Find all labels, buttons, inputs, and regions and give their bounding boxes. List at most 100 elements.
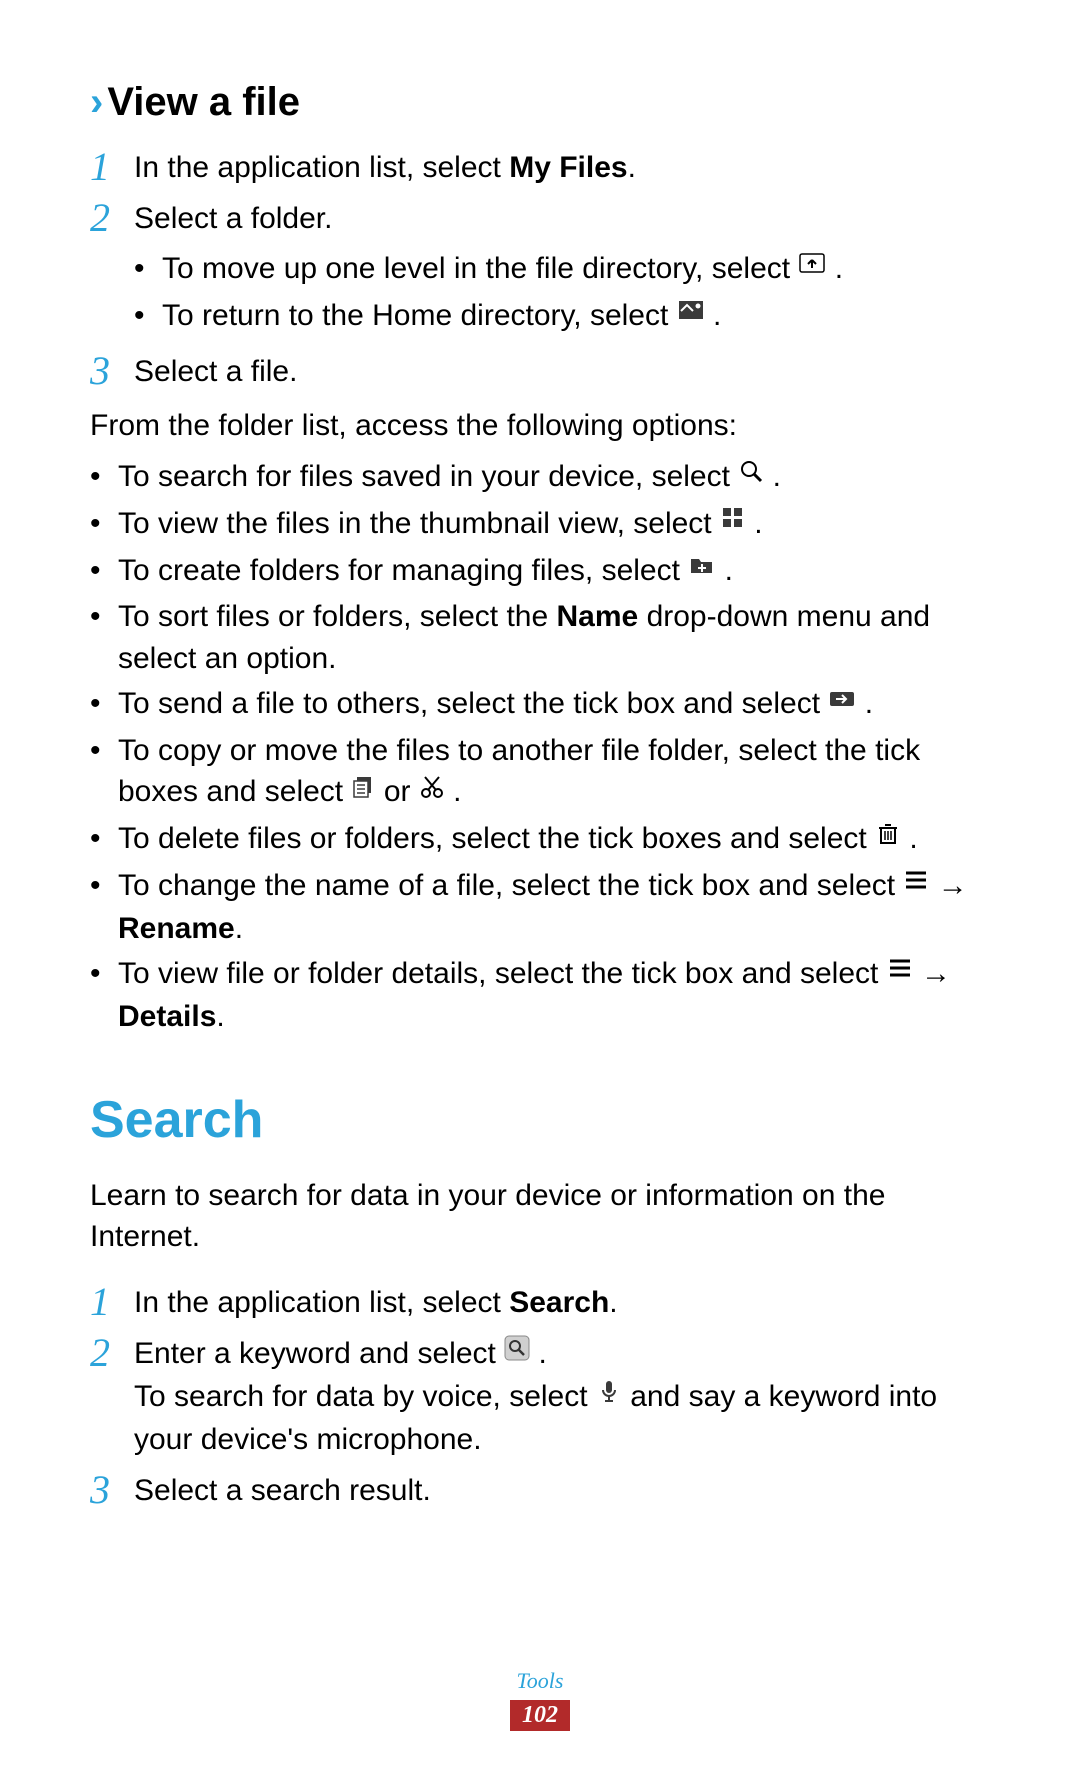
bullet-dot: • xyxy=(90,550,118,591)
bullet-text: To change the name of a file, select the… xyxy=(118,865,990,949)
up-level-icon xyxy=(798,246,826,287)
bullet-pre: To copy or move the files to another fil… xyxy=(118,734,920,808)
bullet-dot: • xyxy=(90,596,118,637)
options-intro: From the folder list, access the followi… xyxy=(90,405,990,446)
bullet-pre: To sort files or folders, select the xyxy=(118,600,557,633)
sub-bullet: • To return to the Home directory, selec… xyxy=(134,295,990,338)
step-1: 1 In the application list, select My Fil… xyxy=(90,147,990,188)
step-body: Select a folder. • To move up one level … xyxy=(134,198,990,341)
arrow-sep: → xyxy=(913,957,951,990)
bullet-post: . xyxy=(705,299,722,332)
arrow-sep: → xyxy=(929,869,967,902)
bullet-details: • To view file or folder details, select… xyxy=(90,953,990,1037)
bullet-post: . xyxy=(764,460,781,493)
bullet-post: . xyxy=(826,252,843,285)
page-number-badge: 102 xyxy=(510,1700,570,1731)
new-folder-icon xyxy=(688,548,716,589)
send-icon xyxy=(828,682,856,723)
bullet-pre: To send a file to others, select the tic… xyxy=(118,687,828,720)
search-app-label: Search xyxy=(509,1286,609,1319)
name-label: Name xyxy=(557,600,639,633)
step-3: 3 Select a file. xyxy=(90,351,990,392)
footer-section-label: Tools xyxy=(0,1668,1080,1694)
step-number: 3 xyxy=(90,351,134,391)
step-text: To search for data by voice, select xyxy=(134,1380,596,1413)
step-text: In the application list, select xyxy=(134,1286,509,1319)
home-icon xyxy=(677,293,705,334)
step-text: Select a file. xyxy=(134,351,990,392)
sub-bullet: • To move up one level in the file direc… xyxy=(134,248,990,291)
bullet-text: To view file or folder details, select t… xyxy=(118,953,990,1037)
bullet-pre: To view the files in the thumbnail view,… xyxy=(118,507,720,540)
search-icon xyxy=(738,454,764,495)
step-text: In the application list, select xyxy=(134,151,509,184)
bullet-dot: • xyxy=(90,456,118,497)
search-step-3: 3 Select a search result. xyxy=(90,1470,990,1511)
bullet-pre: To view file or folder details, select t… xyxy=(118,957,887,990)
bullet-pre: To move up one level in the file directo… xyxy=(162,252,798,285)
step-body: In the application list, select Search. xyxy=(134,1282,990,1323)
menu-icon xyxy=(903,863,929,904)
bullet-send: • To send a file to others, select the t… xyxy=(90,683,990,726)
bullet-dot: • xyxy=(90,865,118,906)
heading-search: Search xyxy=(90,1085,990,1157)
bullet-text: To sort files or folders, select the Nam… xyxy=(118,596,990,679)
bullet-post: . xyxy=(901,822,918,855)
bullet-text: To copy or move the files to another fil… xyxy=(118,730,990,814)
bullet-pre: To delete files or folders, select the t… xyxy=(118,822,875,855)
step-number: 2 xyxy=(90,1333,134,1373)
step-body: In the application list, select My Files… xyxy=(134,147,990,188)
step-text-post: . xyxy=(530,1337,547,1370)
bullet-post: . xyxy=(716,554,733,587)
grid-icon xyxy=(720,501,746,542)
cut-icon xyxy=(419,770,445,811)
my-files-label: My Files xyxy=(509,151,627,184)
step-text: Enter a keyword and select xyxy=(134,1337,504,1370)
heading-view-file-text: View a file xyxy=(107,80,300,124)
step-number: 2 xyxy=(90,198,134,238)
bullet-dot: • xyxy=(90,818,118,859)
step-number: 1 xyxy=(90,1282,134,1322)
step-text-post: . xyxy=(609,1286,617,1319)
microphone-icon xyxy=(596,1374,622,1415)
rename-label: Rename xyxy=(118,912,235,945)
step-text: Select a folder. xyxy=(134,198,990,239)
bullet-dot: • xyxy=(90,683,118,724)
bullet-pre: To search for files saved in your device… xyxy=(118,460,738,493)
bullet-text: To view the files in the thumbnail view,… xyxy=(118,503,990,546)
bullet-text: To send a file to others, select the tic… xyxy=(118,683,990,726)
bullet-copy-move: • To copy or move the files to another f… xyxy=(90,730,990,814)
bullet-post: . xyxy=(445,775,462,808)
details-label: Details xyxy=(118,1000,216,1033)
bullet-create-folder: • To create folders for managing files, … xyxy=(90,550,990,593)
bullet-post: . xyxy=(216,1000,224,1033)
bullet-mid: or xyxy=(375,775,418,808)
bullet-search-files: • To search for files saved in your devi… xyxy=(90,456,990,499)
bullet-text: To search for files saved in your device… xyxy=(118,456,990,499)
bullet-delete: • To delete files or folders, select the… xyxy=(90,818,990,861)
step-body: Enter a keyword and select . To search f… xyxy=(134,1333,990,1460)
search-step-1: 1 In the application list, select Search… xyxy=(90,1282,990,1323)
search-button-icon xyxy=(504,1331,530,1372)
bullet-pre: To create folders for managing files, se… xyxy=(118,554,688,587)
bullet-dot: • xyxy=(134,295,162,336)
step-text: Select a search result. xyxy=(134,1470,990,1511)
bullet-pre: To change the name of a file, select the… xyxy=(118,869,903,902)
bullet-post: . xyxy=(235,912,243,945)
bullet-post: . xyxy=(856,687,873,720)
page-footer: Tools 102 xyxy=(0,1668,1080,1731)
search-intro: Learn to search for data in your device … xyxy=(90,1175,990,1258)
step-2: 2 Select a folder. • To move up one leve… xyxy=(90,198,990,341)
bullet-dot: • xyxy=(134,248,162,289)
bullet-text: To create folders for managing files, se… xyxy=(118,550,990,593)
step-text-post: . xyxy=(628,151,636,184)
bullet-pre: To return to the Home directory, select xyxy=(162,299,677,332)
bullet-sort: • To sort files or folders, select the N… xyxy=(90,596,990,679)
copy-icon xyxy=(351,770,375,811)
bullet-thumbnail: • To view the files in the thumbnail vie… xyxy=(90,503,990,546)
bullet-dot: • xyxy=(90,953,118,994)
search-step-2: 2 Enter a keyword and select . To search… xyxy=(90,1333,990,1460)
chevron-icon: › xyxy=(90,80,103,124)
bullet-text: To return to the Home directory, select … xyxy=(162,295,990,338)
menu-icon xyxy=(887,951,913,992)
